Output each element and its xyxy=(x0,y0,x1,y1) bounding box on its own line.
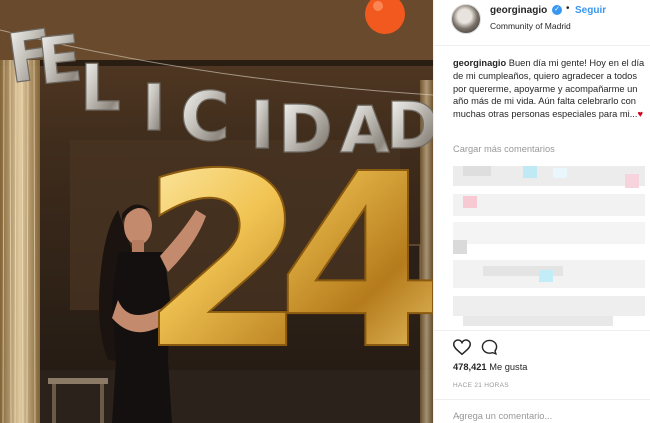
heart-emoji: ♥ xyxy=(637,109,644,120)
banner-letter: L xyxy=(80,52,121,126)
load-more-comments-link[interactable]: Cargar más comentarios xyxy=(453,144,555,154)
caption-username[interactable]: georginagio xyxy=(453,58,506,68)
add-comment-placeholder[interactable]: Agrega un comentario... xyxy=(453,411,552,421)
header-separator: • xyxy=(566,3,570,14)
likes-label: Me gusta xyxy=(489,362,528,372)
post-photo[interactable]: F E L I C I D A D 24 xyxy=(0,0,433,423)
likes-number: 478,421 xyxy=(453,362,487,372)
heart-outline-icon[interactable] xyxy=(453,339,471,356)
likes-count[interactable]: 478,421 Me gusta xyxy=(453,362,527,372)
banner-letter: E xyxy=(34,22,85,100)
photo-illustration: F E L I C I D A D 24 xyxy=(0,0,433,423)
post-caption: georginagio Buen día mi gente! Hoy en el… xyxy=(453,57,645,121)
post-timestamp: HACE 21 HORAS xyxy=(453,382,509,389)
balloon-digits: 24 xyxy=(140,122,433,402)
post-actions: 478,421 Me gusta HACE 21 HORAS Agrega un… xyxy=(434,330,650,423)
follow-button[interactable]: Seguir xyxy=(575,5,606,16)
location-link[interactable]: Community of Madrid xyxy=(490,21,571,31)
avatar[interactable] xyxy=(451,4,481,34)
post-sidebar: georginagio ✓ • Seguir Community of Madr… xyxy=(433,0,650,423)
post-header: georginagio ✓ • Seguir Community of Madr… xyxy=(434,0,650,46)
comment-bubble-icon[interactable] xyxy=(481,339,498,356)
verified-badge-icon: ✓ xyxy=(552,5,562,15)
blurred-comments xyxy=(453,160,645,330)
add-comment-field[interactable]: Agrega un comentario... ··· xyxy=(434,399,650,423)
number-24-balloon: 24 xyxy=(139,121,433,403)
more-options-icon[interactable]: ··· xyxy=(453,411,465,421)
header-username[interactable]: georginagio xyxy=(490,5,547,16)
